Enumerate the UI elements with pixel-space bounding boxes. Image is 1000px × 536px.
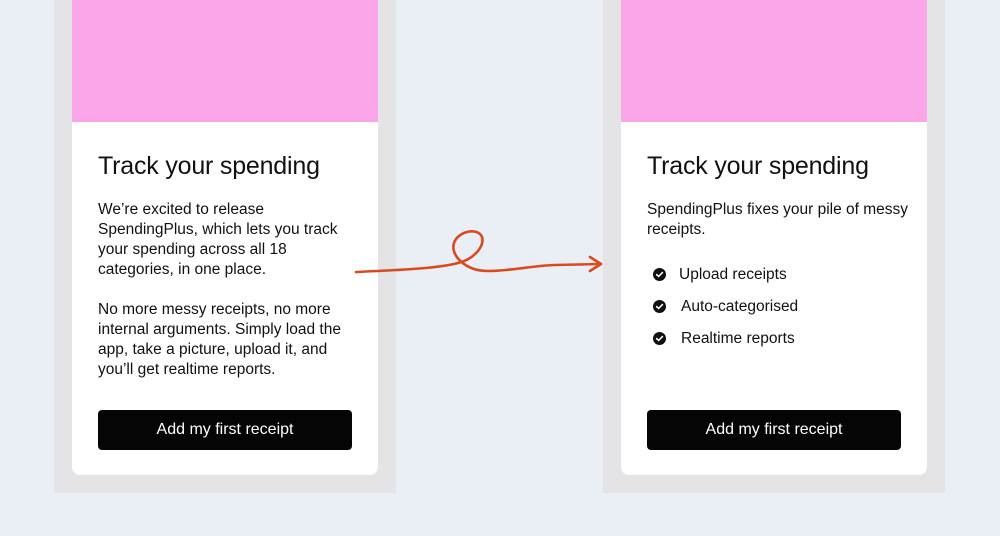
detail-paragraph: No more messy receipts, no more internal… bbox=[98, 301, 341, 378]
card-title: Track your spending bbox=[647, 152, 869, 180]
feature-label: Realtime reports bbox=[681, 330, 795, 347]
feature-label: Upload receipts bbox=[679, 266, 787, 283]
intro-paragraph: SpendingPlus fixes your pile of messy re… bbox=[647, 201, 909, 238]
add-first-receipt-button[interactable]: Add my first receipt bbox=[98, 410, 352, 450]
card-title: Track your spending bbox=[98, 152, 320, 180]
before-card: Track your spending We’re excited to rel… bbox=[72, 0, 378, 475]
hero-image-placeholder bbox=[72, 0, 378, 122]
squiggle-arrow-icon bbox=[354, 230, 603, 274]
arrow-path bbox=[354, 230, 602, 274]
check-circle-icon bbox=[653, 332, 666, 345]
after-frame: Track your spending SpendingPlus fixes y… bbox=[603, 0, 945, 493]
intro-paragraph: We’re excited to release SpendingPlus, w… bbox=[98, 201, 338, 278]
hero-image-placeholder bbox=[621, 0, 927, 122]
add-first-receipt-button[interactable]: Add my first receipt bbox=[647, 410, 901, 450]
feature-label: Auto-categorised bbox=[681, 298, 799, 315]
check-circle-icon bbox=[653, 300, 666, 313]
after-card: Track your spending SpendingPlus fixes y… bbox=[621, 0, 927, 475]
check-circle-icon bbox=[653, 268, 666, 281]
before-frame: Track your spending We’re excited to rel… bbox=[54, 0, 396, 493]
